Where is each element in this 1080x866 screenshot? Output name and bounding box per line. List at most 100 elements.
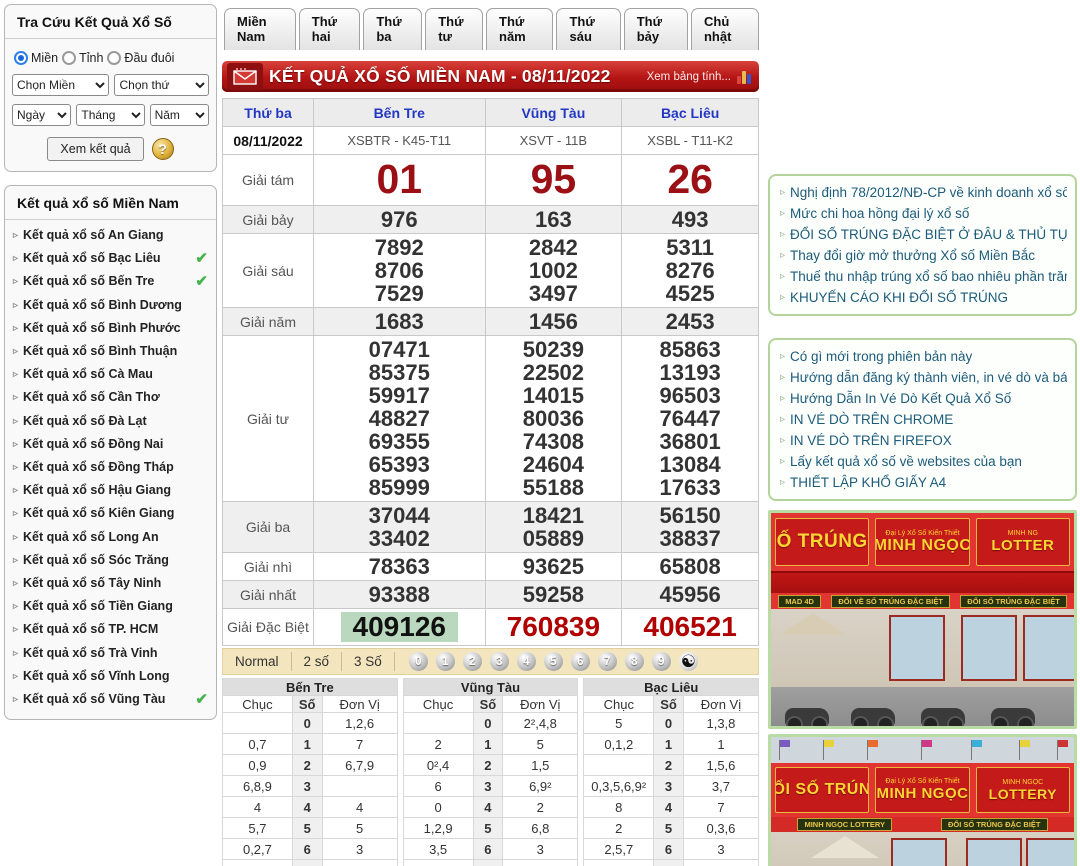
info-link[interactable]: ▹Nghị định 78/2012/NĐ-CP về kinh doanh x… <box>778 182 1067 203</box>
flag-icon <box>1020 740 1030 747</box>
info-link[interactable]: ▹Có gì mới trong phiên bản này <box>778 346 1067 367</box>
select-region[interactable]: Chọn Miền <box>12 74 109 96</box>
digit-cell: 3 <box>473 776 503 797</box>
tab-day[interactable]: Thứ hai <box>299 8 361 50</box>
tab-day[interactable]: Thứ ba <box>363 8 422 50</box>
arrow-bullet-icon: ▹ <box>13 479 18 502</box>
digit-ball-button[interactable]: 8 <box>625 652 644 671</box>
digit-row: 0,1,211 <box>584 734 759 755</box>
digit-ball-button[interactable]: 5 <box>544 652 563 671</box>
digit-ball-button[interactable]: 4 <box>517 652 536 671</box>
sidebar-item-province[interactable]: ▹Kết quả xổ số Bạc Liêu✔ <box>11 247 210 270</box>
sidebar-item-province[interactable]: ▹Kết quả xổ số Vũng Tàu✔ <box>11 688 210 711</box>
tab-day[interactable]: Thứ bảy <box>624 8 688 50</box>
tens-cell: 0²,4 <box>403 755 473 776</box>
sidebar-item-province[interactable]: ▹Kết quả xổ số Hậu Giang <box>11 479 210 502</box>
sidebar-item-province[interactable]: ▹Kết quả xổ số Tây Ninh <box>11 572 210 595</box>
digit-ball-button[interactable]: 9 <box>652 652 671 671</box>
info-link[interactable]: ▹Hướng Dẫn In Vé Dò Kết Quả Xổ Số <box>778 388 1067 409</box>
info-link[interactable]: ▹Thay đổi giờ mở thưởng Xổ số Miền Bắc <box>778 245 1067 266</box>
prize-row: Giải nhì783639362565808 <box>223 553 759 581</box>
digit-cell: 6 <box>292 839 322 860</box>
shop-sign-text: MINH NGỌC <box>875 537 969 555</box>
digit-cell: 4 <box>473 797 503 818</box>
province-link-label: Kết quả xổ số Đà Lạt <box>23 410 147 433</box>
info-link[interactable]: ▹Hướng dẫn đăng ký thành viên, in vé dò … <box>778 367 1067 388</box>
sidebar-item-province[interactable]: ▹Kết quả xổ số Kiên Giang <box>11 502 210 525</box>
prize-number: 17633 <box>622 476 758 499</box>
sidebar-item-province[interactable]: ▹Kết quả xổ số Bình Thuận <box>11 340 210 363</box>
checkmark-icon: ✔ <box>195 247 210 270</box>
sidebar-item-province[interactable]: ▹Kết quả xổ số Tiền Giang <box>11 595 210 618</box>
digit-subheader: ChụcSốĐơn Vị <box>223 696 398 713</box>
sidebar-item-province[interactable]: ▹Kết quả xổ số Long An <box>11 526 210 549</box>
draw-code-cell: XSVT - 11B <box>485 127 622 155</box>
tab-day[interactable]: Thứ sáu <box>556 8 620 50</box>
sidebar-item-province[interactable]: ▹Kết quả xổ số Vĩnh Long <box>11 665 210 688</box>
tab-day[interactable]: Chủ nhật <box>691 8 759 50</box>
sidebar-item-province[interactable]: ▹Kết quả xổ số Đà Lạt <box>11 410 210 433</box>
tab-region[interactable]: Miền Nam <box>224 8 296 50</box>
tab-day[interactable]: Thứ tư <box>425 8 483 50</box>
digit-row: 636,9² <box>403 776 578 797</box>
select-day[interactable]: Ngày <box>12 104 71 126</box>
info-link[interactable]: ▹THIẾT LẬP KHỔ GIẤY A4 <box>778 472 1067 493</box>
sidebar-item-province[interactable]: ▹Kết quả xổ số Bình Phước <box>11 317 210 340</box>
digit-ball-button[interactable]: 2 <box>463 652 482 671</box>
view-results-button[interactable]: Xem kết quả <box>47 137 143 161</box>
info-link[interactable]: ▹Mức chi hoa hồng đại lý xổ số <box>778 203 1067 224</box>
digit-ball-button[interactable]: 0 <box>409 652 428 671</box>
mode-button-1[interactable]: 2 số <box>292 652 343 671</box>
sidebar-item-province[interactable]: ▹Kết quả xổ số Cà Mau <box>11 363 210 386</box>
sidebar-item-province[interactable]: ▹Kết quả xổ số Đồng Nai <box>11 433 210 456</box>
province-link-label: Kết quả xổ số Long An <box>23 526 159 549</box>
digit-group: Vũng TàuChụcSốĐơn Vị02²,4,82150²,421,563… <box>403 678 579 866</box>
province-header-cell[interactable]: Bến Tre <box>314 99 486 127</box>
info-link[interactable]: ▹KHUYẾN CÁO KHI ĐỔI SỐ TRÚNG <box>778 287 1067 308</box>
digit-ball-button[interactable]: 7 <box>598 652 617 671</box>
prize-number: 93625 <box>486 555 622 578</box>
info-link[interactable]: ▹IN VÉ DÒ TRÊN CHROME <box>778 409 1067 430</box>
tab-day[interactable]: Thứ năm <box>486 8 553 50</box>
digit-row: 042 <box>403 797 578 818</box>
prize-number: 7529 <box>314 282 485 305</box>
photo2-sign-row: ĐỔI SỐ TRÚNGĐại Lý Xổ Số Kiến ThiếtMINH … <box>771 763 1074 817</box>
col-label-tens: Chục <box>403 696 473 713</box>
select-year[interactable]: Năm <box>150 104 209 126</box>
sidebar-item-province[interactable]: ▹Kết quả xổ số Cần Thơ <box>11 386 210 409</box>
sidebar-item-province[interactable]: ▹Kết quả xổ số Sóc Trăng <box>11 549 210 572</box>
info-link[interactable]: ▹IN VÉ DÒ TRÊN FIREFOX <box>778 430 1067 451</box>
sidebar-item-province[interactable]: ▹Kết quả xổ số Đồng Tháp <box>11 456 210 479</box>
info-link[interactable]: ▹Lấy kết quả xổ số về websites của bạn <box>778 451 1067 472</box>
select-month[interactable]: Tháng <box>76 104 144 126</box>
help-icon[interactable]: ? <box>152 138 174 160</box>
sidebar-item-province[interactable]: ▹Kết quả xổ số Bình Dương <box>11 294 210 317</box>
radio-option[interactable]: Đầu đuôi <box>107 51 174 65</box>
province-header-cell[interactable]: Bạc Liêu <box>622 99 759 127</box>
prize-numbers-cell: 163 <box>485 206 622 234</box>
province-link-label: Kết quả xổ số Bạc Liêu <box>23 247 161 270</box>
digit-ball-button[interactable]: 3 <box>490 652 509 671</box>
info-link[interactable]: ▹ĐỔI SỐ TRÚNG ĐẶC BIỆT Ở ĐÂU & THỦ TỤC N… <box>778 224 1067 245</box>
digit-group: Bạc LiêuChụcSốĐơn Vị501,3,80,1,21121,5,6… <box>583 678 759 866</box>
sidebar-item-province[interactable]: ▹Kết quả xổ số An Giang <box>11 224 210 247</box>
sidebar-item-province[interactable]: ▹Kết quả xổ số Trà Vinh <box>11 642 210 665</box>
prize-numbers-cell: 1456 <box>485 308 622 336</box>
mode-button-0[interactable]: Normal <box>223 652 292 671</box>
province-header-cell[interactable]: Vũng Tàu <box>485 99 622 127</box>
yinyang-ball-icon[interactable]: ☯ <box>679 652 698 671</box>
motorbike <box>921 708 965 726</box>
radio-option[interactable]: Tỉnh <box>62 51 103 65</box>
info-link[interactable]: ▹Thuế thu nhập trúng xổ số bao nhiêu phầ… <box>778 266 1067 287</box>
sidebar-item-province[interactable]: ▹Kết quả xổ số TP. HCM <box>11 618 210 641</box>
spreadsheet-link[interactable]: Xem bảng tính... <box>647 71 731 83</box>
flag-icon <box>972 740 982 747</box>
arrow-bullet-icon: ▹ <box>780 367 785 388</box>
prize-number: 26 <box>622 156 758 202</box>
digit-ball-button[interactable]: 6 <box>571 652 590 671</box>
sidebar-item-province[interactable]: ▹Kết quả xổ số Bến Tre✔ <box>11 270 210 293</box>
radio-selected[interactable]: Miền <box>14 51 58 65</box>
mode-button-2[interactable]: 3 Số <box>342 652 395 671</box>
select-weekday[interactable]: Chọn thứ <box>114 74 209 96</box>
digit-ball-button[interactable]: 1 <box>436 652 455 671</box>
